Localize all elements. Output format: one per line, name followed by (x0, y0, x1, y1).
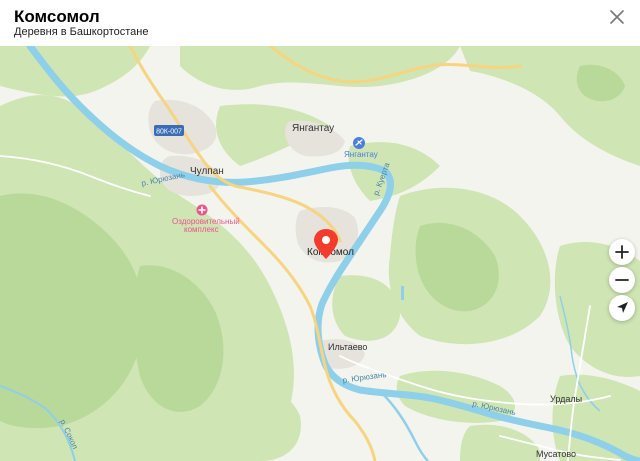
locate-me-button[interactable] (609, 295, 635, 321)
location-arrow-icon (617, 302, 628, 313)
airport-label: Янгантау (344, 150, 378, 159)
place-subtitle: Деревня в Башкортостане (14, 26, 149, 38)
road-badge: 80К-007 (154, 125, 184, 136)
map-view[interactable]: 80К-007 р. Юрюзань р. Куерта р. Юрюзань … (0, 46, 640, 461)
place-header: Комсомол Деревня в Башкортостане (0, 0, 640, 46)
place-label-iltaevo[interactable]: Ильтаево (328, 342, 367, 352)
zoom-in-button[interactable] (609, 239, 635, 265)
place-label-urdaly[interactable]: Урдалы (550, 394, 582, 404)
place-title: Комсомол (14, 7, 100, 26)
health-complex-label-2: комплекс (184, 225, 219, 234)
place-label-musatovo[interactable]: Мусатово (536, 449, 576, 459)
zoom-out-button[interactable] (609, 267, 635, 293)
minus-icon (615, 279, 629, 281)
pond (401, 286, 404, 300)
map-canvas[interactable]: 80К-007 р. Юрюзань р. Куерта р. Юрюзань … (0, 46, 640, 461)
plus-icon (615, 245, 629, 259)
close-icon[interactable] (606, 6, 628, 28)
place-label-chulpan[interactable]: Чулпан (190, 166, 224, 177)
road-badge-label: 80К-007 (156, 129, 182, 136)
place-label-yangantau[interactable]: Янгантау (292, 123, 334, 134)
